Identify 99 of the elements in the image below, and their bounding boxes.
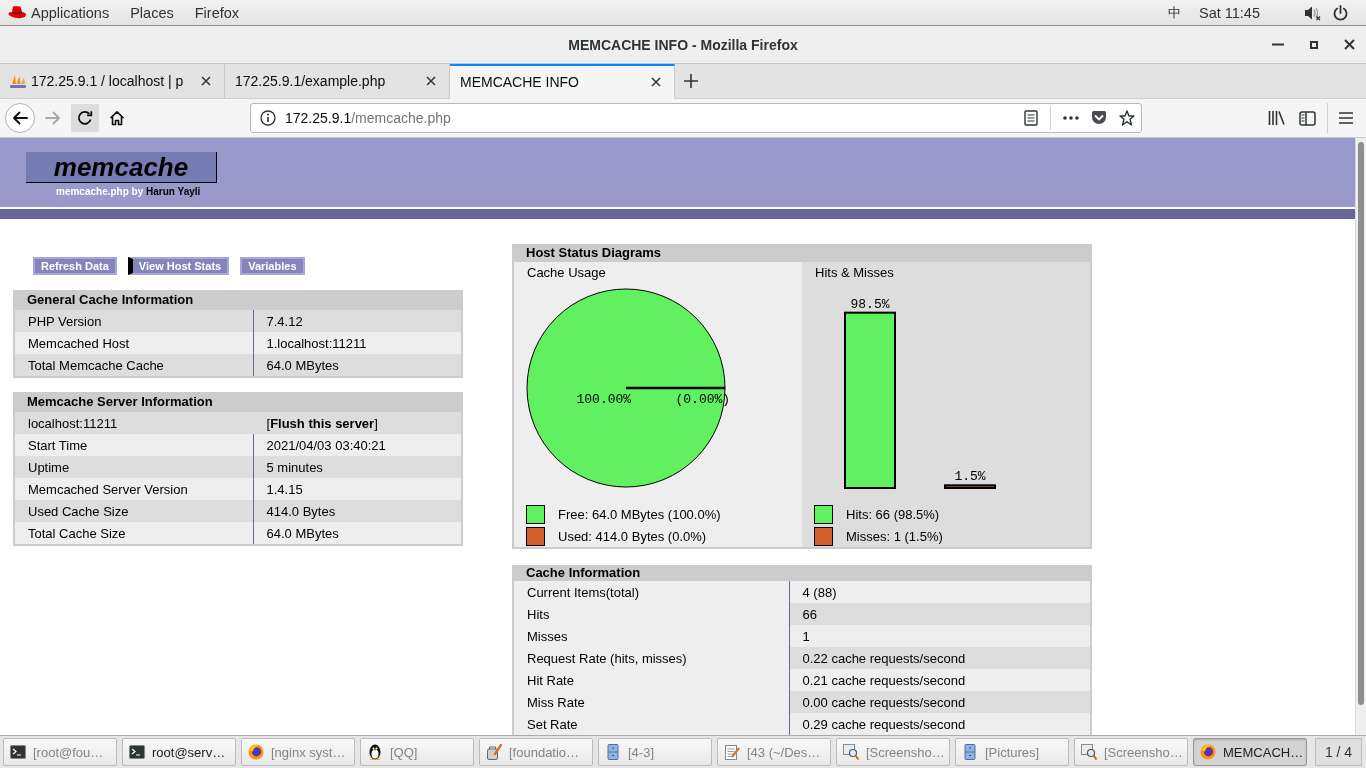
maximize-icon[interactable] bbox=[1310, 40, 1318, 49]
paint-icon bbox=[486, 744, 502, 760]
table-cell: Miss Rate bbox=[514, 691, 789, 713]
close-icon[interactable] bbox=[651, 76, 661, 87]
table-cell: 0.21 cache requests/second bbox=[789, 669, 1090, 691]
table-cell: 0.00 cache requests/second bbox=[789, 691, 1090, 713]
hat-icon[interactable] bbox=[8, 6, 26, 19]
clock[interactable]: Sat 11:45 bbox=[1199, 4, 1260, 21]
table-cell: Start Time bbox=[15, 434, 253, 456]
home-icon bbox=[109, 110, 125, 126]
window-title: MEMCACHE INFO - Mozilla Firefox bbox=[568, 36, 798, 53]
topbar-menu[interactable]: Applications bbox=[31, 4, 110, 21]
taskbar-button[interactable]: root@serv… bbox=[122, 738, 236, 766]
close-icon[interactable] bbox=[426, 76, 436, 86]
notepad-icon bbox=[724, 744, 740, 760]
workspace-switcher[interactable]: 1 / 4 bbox=[1315, 738, 1362, 766]
legend-label: Hits: 66 (98.5%) bbox=[846, 506, 940, 522]
library-icon[interactable] bbox=[1268, 110, 1285, 126]
panel-title: Memcache Server Information bbox=[26, 393, 214, 411]
chart-title: Hits & Misses bbox=[815, 264, 895, 282]
table-cell: Memcached Host bbox=[15, 332, 253, 354]
globe-icon bbox=[248, 744, 264, 760]
table-cell: 1.4.15 bbox=[253, 478, 461, 500]
panel-title: General Cache Information bbox=[26, 291, 195, 309]
browser-tab[interactable]: 172.25.9.1 / localhost | p bbox=[0, 64, 225, 98]
site-logo: memcache bbox=[26, 152, 217, 183]
table-cell: PHP Version bbox=[15, 310, 253, 332]
browser-tab[interactable]: MEMCACHE INFO bbox=[450, 64, 675, 99]
plus-icon[interactable] bbox=[684, 74, 698, 88]
table-cell: 2021/04/03 03:40:21 bbox=[253, 434, 461, 456]
close-icon[interactable] bbox=[201, 76, 211, 86]
table-cell: Total Cache Size bbox=[15, 522, 253, 544]
close-icon[interactable] bbox=[1344, 39, 1355, 50]
table-cell: 5 minutes bbox=[253, 456, 461, 478]
table-cell: Memcached Server Version bbox=[15, 478, 253, 500]
reload-icon bbox=[77, 110, 93, 126]
table-cell: Hit Rate bbox=[514, 669, 789, 691]
panel-title: Cache Information bbox=[525, 565, 642, 581]
speaker-muted-icon[interactable] bbox=[1304, 4, 1321, 21]
flush-server-link[interactable]: [Flush this server] bbox=[266, 415, 378, 431]
table-cell: Uptime bbox=[15, 456, 253, 478]
back-arrow-icon bbox=[12, 111, 28, 125]
credit-line: memcache.php by Harun Yayli bbox=[56, 186, 201, 198]
globe-icon bbox=[1200, 744, 1216, 760]
terminal-icon bbox=[10, 744, 26, 760]
file-cabinet-icon bbox=[605, 744, 621, 760]
table-cell: Used Cache Size bbox=[15, 500, 253, 522]
address-field[interactable]: 172.25.9.1/memcache.php bbox=[250, 103, 1142, 133]
topbar-menu[interactable]: Places bbox=[130, 4, 174, 21]
back-button[interactable] bbox=[5, 103, 35, 133]
data-label: 100.00% bbox=[576, 392, 632, 407]
bar bbox=[944, 484, 996, 489]
table-cell: 64.0 MBytes bbox=[253, 354, 461, 376]
star-icon[interactable] bbox=[1119, 110, 1135, 126]
table-cell: Total Memcache Cache bbox=[15, 354, 253, 376]
magnifier-icon bbox=[843, 744, 859, 760]
magnifier-icon bbox=[1081, 744, 1097, 760]
scrollbar-thumb[interactable] bbox=[1358, 142, 1364, 705]
sails-icon bbox=[10, 74, 26, 88]
table-cell: 0.22 cache requests/second bbox=[789, 647, 1090, 669]
menu-icon[interactable] bbox=[1338, 111, 1354, 125]
table-cell: Current Items(total) bbox=[514, 581, 789, 603]
input-method-indicator[interactable]: 中 bbox=[1168, 3, 1181, 22]
scrollbar[interactable] bbox=[1355, 138, 1366, 735]
document-icon[interactable] bbox=[1024, 110, 1038, 126]
power-icon[interactable] bbox=[1333, 4, 1348, 21]
table-cell: 4 (88) bbox=[789, 581, 1090, 603]
topbar-menu[interactable]: Firefox bbox=[194, 4, 240, 21]
terminal-icon bbox=[129, 744, 145, 760]
forward-arrow-icon bbox=[45, 111, 61, 125]
ellipsis-icon[interactable] bbox=[1063, 116, 1079, 120]
table-cell: 7.4.12 bbox=[253, 310, 461, 332]
table-cell: 414.0 Bytes bbox=[253, 500, 461, 522]
table-cell: Request Rate (hits, misses) bbox=[514, 647, 789, 669]
chart-title: Cache Usage bbox=[527, 264, 607, 282]
table-cell: 1.localhost:11211 bbox=[253, 332, 461, 354]
taskbar-button[interactable]: MEMCACH… bbox=[1193, 738, 1307, 766]
legend-label: Free: 64.0 MBytes (100.0%) bbox=[558, 506, 721, 522]
table-cell: Misses bbox=[514, 625, 789, 647]
table-cell: localhost:11211 bbox=[15, 412, 253, 434]
table-cell: Set Rate bbox=[514, 713, 789, 735]
reload-button[interactable] bbox=[71, 104, 99, 132]
chevron-shield-icon[interactable] bbox=[1091, 111, 1107, 125]
panel-title: Host Status Diagrams bbox=[525, 244, 663, 262]
penguin-icon bbox=[367, 744, 383, 760]
file-cabinet-icon bbox=[962, 744, 978, 760]
legend-label: Used: 414.0 Bytes (0.0%) bbox=[558, 528, 707, 544]
sidebar-icon[interactable] bbox=[1299, 110, 1316, 126]
table-cell: 1 bbox=[789, 625, 1090, 647]
minimize-icon[interactable] bbox=[1272, 43, 1284, 46]
data-label: 98.5% bbox=[850, 296, 890, 312]
table-cell: 64.0 MBytes bbox=[253, 522, 461, 544]
info-icon[interactable] bbox=[260, 110, 276, 126]
data-label: 1.5% bbox=[954, 469, 986, 485]
legend-label: Misses: 1 (1.5%) bbox=[846, 528, 943, 544]
author-link[interactable]: Harun Yayli bbox=[146, 186, 201, 197]
table-cell: Hits bbox=[514, 603, 789, 625]
table-cell: 0.29 cache requests/second bbox=[789, 713, 1090, 735]
table-cell: 66 bbox=[789, 603, 1090, 625]
